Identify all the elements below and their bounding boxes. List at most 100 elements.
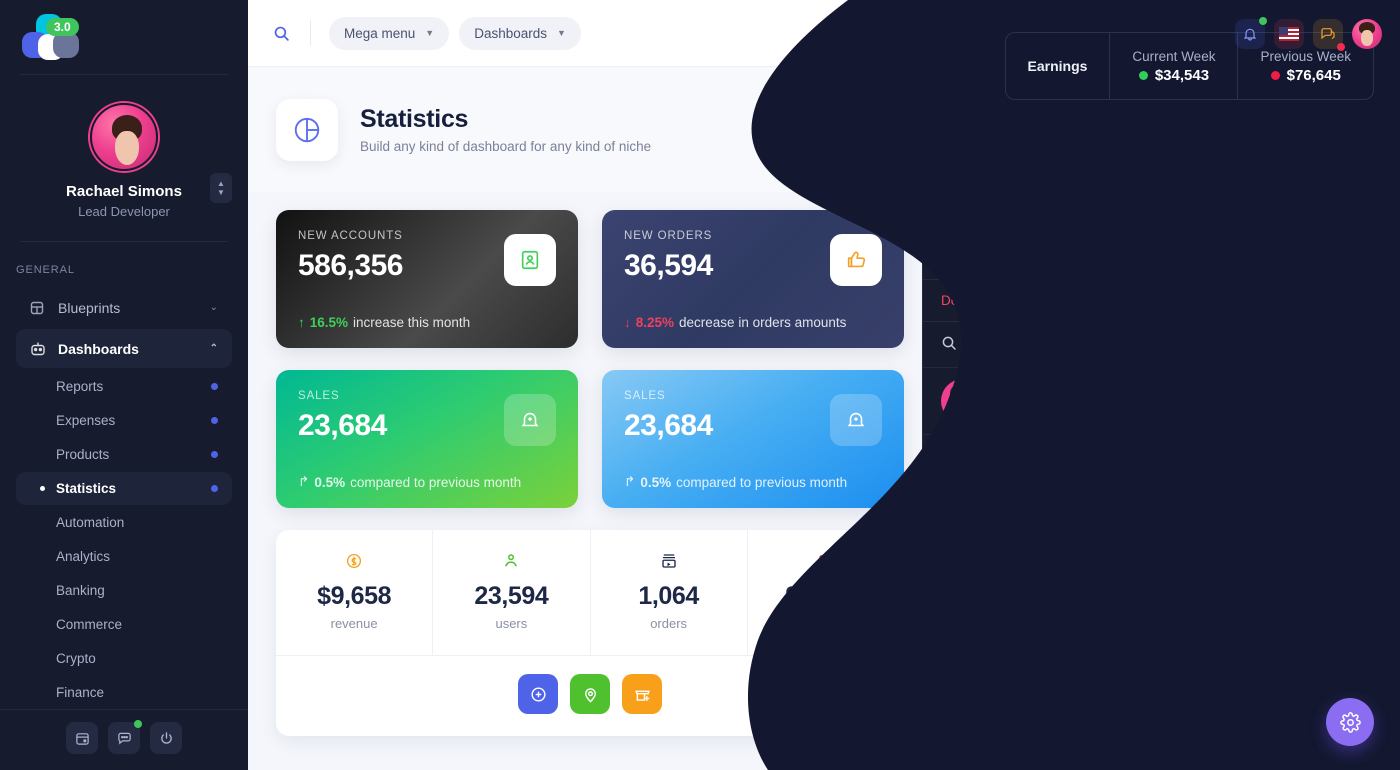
add-contact-button[interactable]: + ADD [1282, 388, 1353, 414]
brand-logo[interactable]: 3.0 [0, 0, 248, 74]
list-item[interactable]: Haydn Porter Online + ADD [923, 636, 1371, 668]
search-icon[interactable] [270, 22, 292, 44]
messenger-panel: MESSAGES Messenger Window ET Delete all … [922, 210, 1372, 734]
earnings-label: Earnings [1027, 58, 1088, 74]
sidebar-footer [0, 709, 248, 770]
search-input[interactable] [969, 337, 1353, 352]
trend-percent: 0.5% [640, 474, 672, 490]
list-item[interactable]: Rowena Geistmann Online + ADD [923, 502, 1371, 569]
stat-card-sales-green[interactable]: SALES 23,684 ↱ 0.5% compared to previous… [276, 370, 578, 508]
metrics-row: $9,658 revenue 23,594 users 1,064 orders… [276, 530, 904, 655]
arrow-right-icon: → [1211, 692, 1225, 707]
sidebar-item-label: Blueprints [58, 299, 121, 316]
messages-icon[interactable] [1313, 18, 1345, 51]
sidebar-subitem-crypto[interactable]: Crypto [16, 642, 232, 675]
power-icon[interactable] [150, 722, 182, 754]
sidebar-subitem-banking[interactable]: Banking [16, 574, 232, 607]
sidebar-subitem-label: Banking [56, 583, 105, 598]
sidebar-subitem-products[interactable]: Products [16, 438, 232, 471]
metric-orders-2: 9,678M orders [746, 530, 904, 655]
app-root: 3.0 Rachael Simons Lead Developer ▲ ▼ GEN… [0, 0, 1400, 770]
sidebar-subitem-automation[interactable]: Automation [16, 506, 232, 539]
contact-name: Ede Stoving [999, 586, 1080, 602]
bell-plus-icon [830, 394, 882, 446]
add-label: ADD [1312, 596, 1338, 608]
add-contact-button[interactable]: + ADD [1282, 455, 1353, 481]
add-contact-button[interactable]: + ADD [1282, 589, 1353, 615]
trend-percent: 0.5% [314, 474, 346, 490]
dashboard-body: NEW ACCOUNTS 586,356 ↑ 16.5% increase th… [248, 192, 1400, 736]
view-all-participants-button[interactable]: View all participants → [1049, 682, 1245, 717]
trend-up-icon: ↑ [298, 315, 305, 330]
add-label: ADD [1312, 529, 1338, 541]
trend-percent: 8.25% [635, 315, 675, 330]
dashboards-menu-button[interactable]: Dashboards ▼ [459, 16, 581, 50]
stat-card-new-orders[interactable]: NEW ORDERS 36,594 ↓ 8.25% decrease in or… [602, 210, 904, 348]
trend-down-icon: ↓ [624, 315, 631, 330]
sidebar-subitem-label: Commerce [56, 617, 123, 632]
avatar [941, 446, 985, 490]
sidebar-item-label: Dashboards [58, 340, 139, 357]
status-dot [1270, 70, 1280, 80]
sidebar-subitem-statistics[interactable]: Statistics [16, 472, 232, 505]
list-item[interactable]: Ede Stoving Online + ADD [923, 569, 1371, 636]
mega-menu-button[interactable]: Mega menu ▼ [329, 16, 450, 50]
messenger-subbar: Delete all Emma Taylor [923, 280, 1371, 322]
add-contact-button[interactable]: + ADD [1282, 522, 1353, 548]
chevron-up-icon: ⌃ [209, 343, 218, 354]
version-badge: 3.0 [46, 18, 79, 36]
map-pin-button[interactable] [570, 674, 610, 714]
earnings-cell-value: $34,543 [1138, 67, 1209, 84]
add-circle-button[interactable] [518, 674, 558, 714]
messenger-footer: View all participants → [923, 668, 1371, 733]
contact-name: Munroe Dacks [999, 385, 1095, 401]
metric-label: orders [807, 616, 845, 631]
contact-status: Online [999, 405, 1268, 417]
notification-badge [1337, 42, 1345, 51]
mega-menu-label: Mega menu [344, 25, 416, 41]
stat-card-new-accounts[interactable]: NEW ACCOUNTS 586,356 ↑ 16.5% increase th… [276, 210, 578, 348]
chevron-updown-icon[interactable]: ▲ ▼ [210, 173, 232, 203]
avatar[interactable] [90, 103, 158, 171]
blueprint-icon [30, 299, 47, 316]
current-user-name: Emma Taylor [1269, 293, 1353, 308]
notifications-bell-icon[interactable] [1235, 16, 1267, 49]
stat-card-trend: ↓ 8.25% decrease in orders amounts [624, 315, 882, 330]
add-contact-button[interactable]: + ADD [1282, 656, 1353, 668]
sidebar-item-blueprints[interactable]: Blueprints ⌄ [16, 288, 232, 327]
sidebar-subitem-analytics[interactable]: Analytics [16, 540, 232, 573]
contact-card-icon [504, 234, 556, 286]
sidebar-subitem-reports[interactable]: Reports [16, 370, 232, 403]
delete-all-button[interactable]: Delete all [941, 293, 997, 308]
chevron-down-icon: ⌄ [209, 302, 218, 313]
sidebar-item-dashboards[interactable]: Dashboards ⌃ [16, 329, 232, 368]
language-flag-icon[interactable] [1274, 18, 1304, 49]
list-item[interactable]: Gunilla Canario Online + ADD [923, 435, 1371, 502]
metric-revenue: $9,658 revenue [276, 530, 432, 655]
messenger-avatar-initials[interactable]: ET [1315, 227, 1353, 265]
avatar [941, 379, 985, 423]
settings-fab-button[interactable] [1326, 698, 1374, 746]
sidebar-subitem-finance[interactable]: Finance [16, 676, 232, 709]
stat-card-row-1: NEW ACCOUNTS 586,356 ↑ 16.5% increase th… [276, 210, 904, 348]
pie-chart-icon [276, 98, 338, 161]
add-label: ADD [1312, 395, 1338, 407]
page-title: Statistics [360, 105, 469, 133]
sidebar-subitem-label: Crypto [56, 651, 96, 666]
sidebar-nav: GENERAL Blueprints ⌄ Dashboards ⌃ Report… [0, 242, 248, 709]
sidebar-subitem-expenses[interactable]: Expenses [16, 404, 232, 437]
user-avatar[interactable] [1352, 18, 1382, 49]
contact-status: Online [999, 472, 1268, 484]
chat-icon[interactable] [108, 720, 142, 754]
list-item[interactable]: Munroe Dacks Online + ADD [923, 368, 1371, 435]
calendar-icon[interactable] [66, 722, 98, 754]
metrics-actions [276, 655, 904, 736]
trend-flat-icon: ↱ [624, 474, 636, 489]
plus-icon: + [1297, 462, 1305, 474]
add-store-button[interactable] [622, 674, 662, 714]
contact-status: Online [999, 606, 1268, 618]
sidebar-subitem-commerce[interactable]: Commerce [16, 608, 232, 641]
stat-card-sales-blue[interactable]: SALES 23,684 ↱ 0.5% compared to previous… [602, 370, 904, 508]
metric-label: orders [650, 616, 688, 631]
avatar [941, 580, 985, 624]
